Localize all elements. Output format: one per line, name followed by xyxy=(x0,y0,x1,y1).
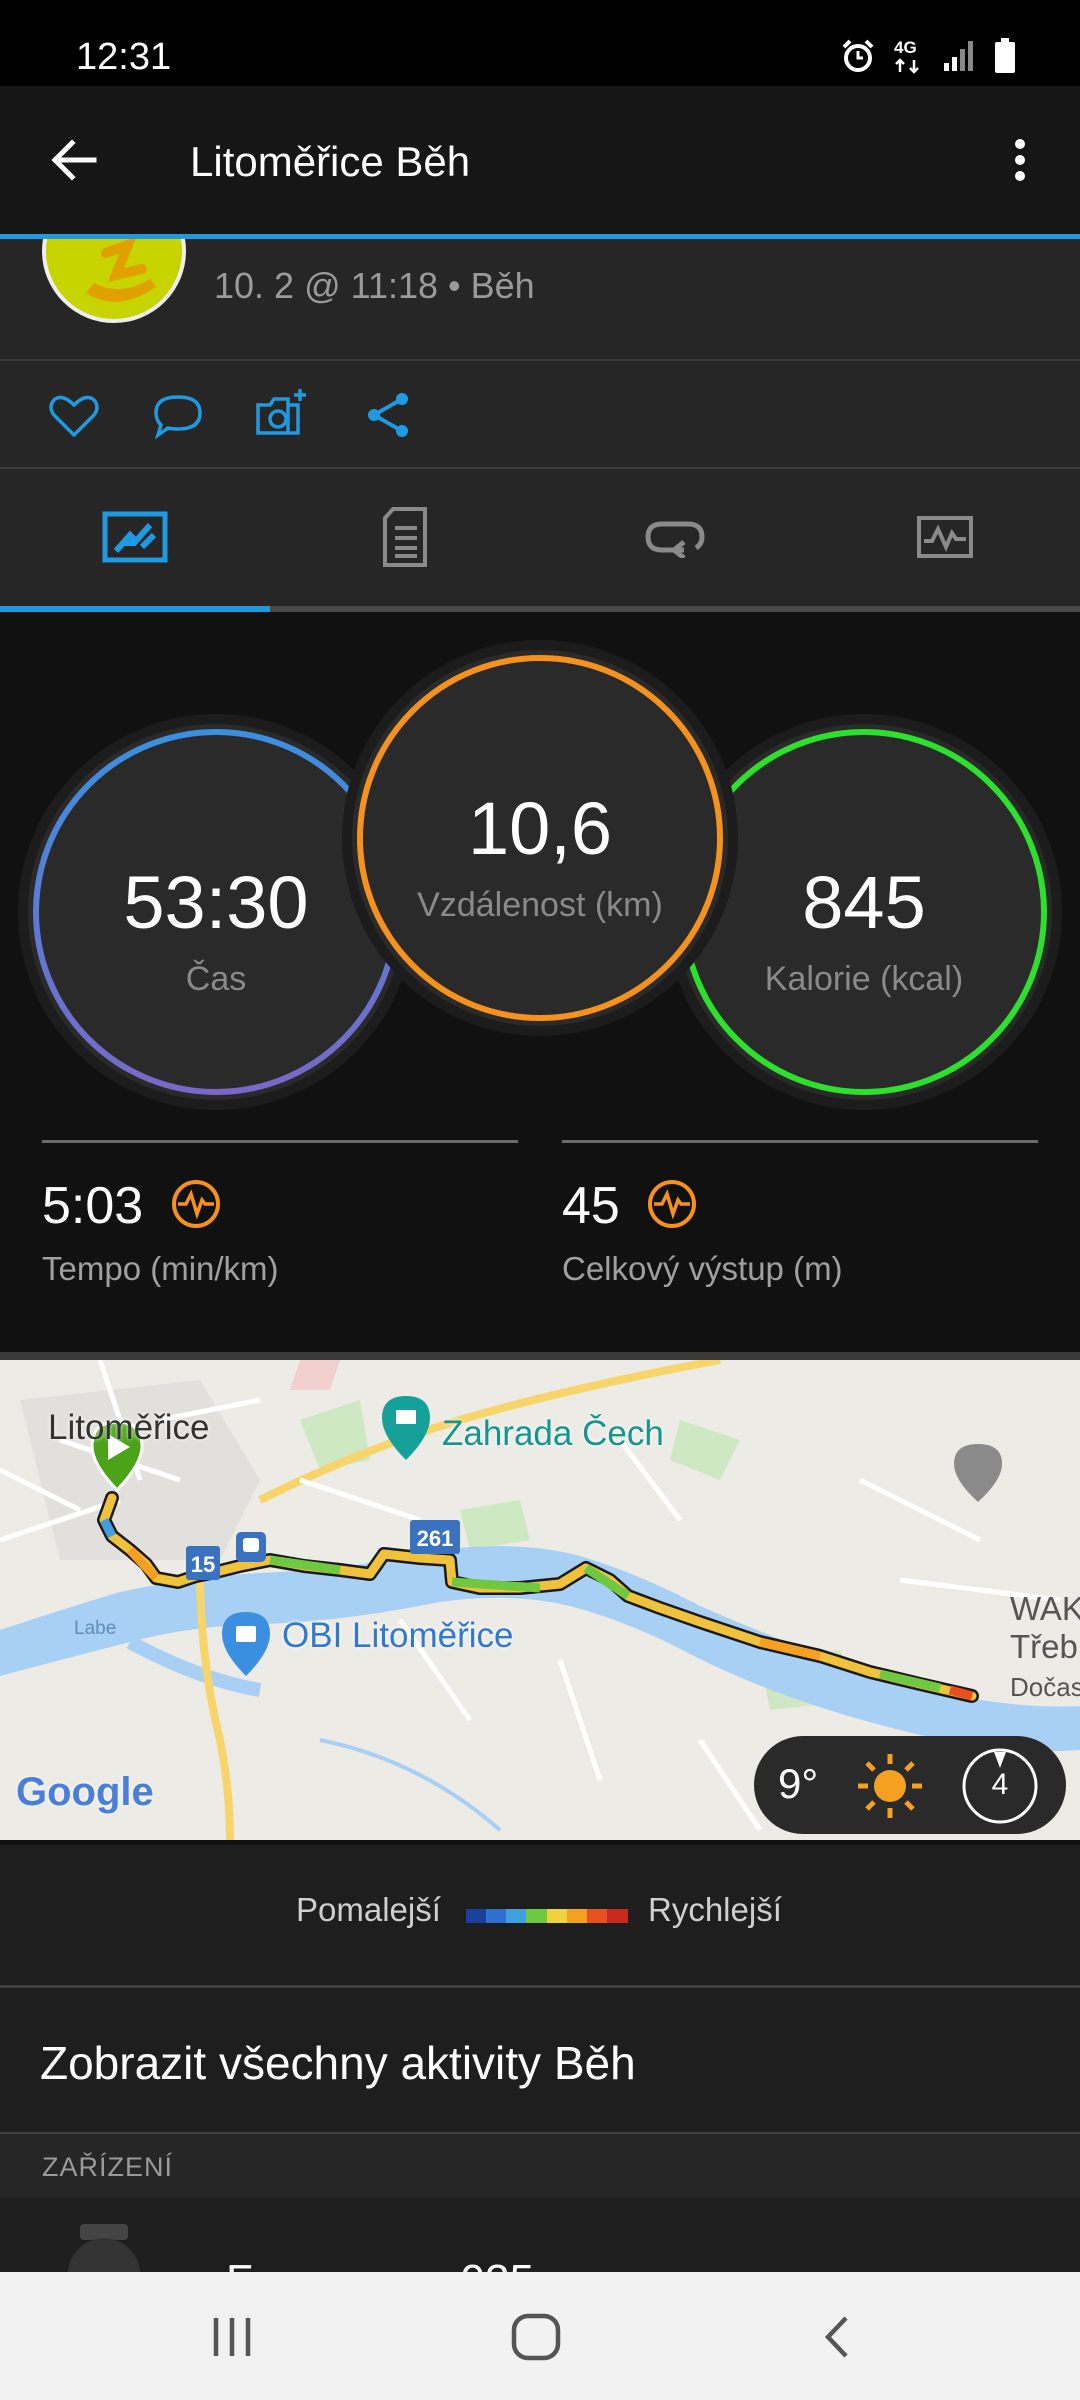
tab-bar xyxy=(0,469,1080,609)
page-title: Litoměřice Běh xyxy=(190,138,471,185)
device-row[interactable]: F 935 xyxy=(0,2198,1080,2272)
distance-ring: 10,6 Vzdálenost (km) xyxy=(352,650,728,1026)
add-photo-icon[interactable] xyxy=(252,385,312,445)
status-icons: 4G xyxy=(840,38,1016,74)
overview-icon xyxy=(102,511,168,563)
legend-color-bar xyxy=(466,1909,628,1923)
more-vert-icon[interactable] xyxy=(990,130,1050,190)
pace-legend: Pomalejší Rychlejší xyxy=(0,1845,1080,1985)
time-value: 53:30 xyxy=(123,861,309,944)
device-section-title: ZAŘÍZENÍ xyxy=(42,2152,174,2182)
system-nav-bar xyxy=(0,2272,1080,2400)
tab-details[interactable] xyxy=(270,469,540,605)
running-logo-icon xyxy=(86,239,156,302)
map-road-261: 261 xyxy=(416,1526,454,1551)
ascent-value: 45 xyxy=(562,1177,620,1235)
legend-faster: Rychlejší xyxy=(648,1891,782,1928)
pace-divider xyxy=(42,1140,518,1143)
charts-icon xyxy=(917,516,973,558)
like-icon[interactable] xyxy=(44,385,104,445)
map-label-garden: Zahrada Čech xyxy=(442,1414,664,1453)
map-label-poi-1: WAK xyxy=(1010,1590,1080,1627)
distance-label: Vzdálenost (km) xyxy=(417,886,663,924)
comment-icon[interactable] xyxy=(148,385,208,445)
status-time: 12:31 xyxy=(76,36,172,78)
pace-info-icon[interactable] xyxy=(170,1178,222,1230)
action-row xyxy=(0,361,1080,467)
map-road-15: 15 xyxy=(190,1552,216,1577)
network-4g-label: 4G xyxy=(894,38,917,57)
alarm-icon xyxy=(842,39,874,72)
all-activities-link[interactable]: Zobrazit všechny aktivity Běh xyxy=(0,1988,1080,2132)
all-activities-label: Zobrazit všechny aktivity Běh xyxy=(40,2037,636,2089)
route-map[interactable]: Litoměřice Zahrada Čech OBI Litoměřice L… xyxy=(0,1360,1080,1840)
map-label-river: Labe xyxy=(74,1618,117,1639)
sun-icon xyxy=(858,1754,922,1818)
weather-temp: 9° xyxy=(778,1760,819,1807)
network-4g-icon: 4G xyxy=(894,38,924,74)
weather-wind-value: 4 xyxy=(991,1768,1009,1801)
map-label-poi-3: Dočas xyxy=(1010,1672,1080,1702)
map-label-store: OBI Litoměřice xyxy=(282,1616,514,1655)
google-logo-text: Google xyxy=(16,1770,154,1814)
google-logo: Google xyxy=(16,1770,154,1815)
tab-charts[interactable] xyxy=(810,469,1080,605)
tab-overview[interactable] xyxy=(0,469,270,605)
activity-date-type: 10. 2 @ 11:18 • Běh xyxy=(214,265,535,306)
legend-slower: Pomalejší xyxy=(296,1891,441,1928)
back-arrow-icon[interactable] xyxy=(44,130,104,190)
time-ring: 53:30 Čas xyxy=(28,724,404,1100)
calories-ring: 845 Kalorie (kcal) xyxy=(676,724,1052,1100)
pace-value: 5:03 xyxy=(42,1177,144,1235)
calories-label: Kalorie (kcal) xyxy=(764,960,964,998)
tab-laps[interactable] xyxy=(540,469,810,605)
weather-widget[interactable]: 9° 4 xyxy=(754,1736,1066,1834)
map-border xyxy=(0,1352,1080,1360)
device-name: F 935 xyxy=(226,2256,534,2272)
map-label-poi-2: Třeb xyxy=(1010,1628,1078,1665)
watch-icon xyxy=(68,2224,140,2272)
status-bar: 12:31 4G xyxy=(0,0,1080,86)
laps-icon xyxy=(645,521,705,558)
back-nav-icon[interactable] xyxy=(814,2312,864,2362)
home-icon[interactable] xyxy=(508,2310,564,2364)
summary-stats: 53:30 Čas 845 Kalorie (kcal) 10,6 Vzdále… xyxy=(0,612,1080,1352)
ascent-info-icon[interactable] xyxy=(646,1178,698,1230)
ascent-divider xyxy=(562,1140,1038,1143)
app-bar: Litoměřice Běh xyxy=(0,86,1080,234)
device-section-header: ZAŘÍZENÍ xyxy=(0,2134,1080,2198)
calories-value: 845 xyxy=(802,861,926,944)
distance-value: 10,6 xyxy=(467,787,613,870)
ascent-label: Celkový výstup (m) xyxy=(562,1250,843,1287)
recent-apps-icon[interactable] xyxy=(204,2312,260,2362)
avatar[interactable] xyxy=(42,239,186,323)
time-label: Čas xyxy=(185,960,247,998)
pace-label: Tempo (min/km) xyxy=(42,1250,279,1287)
signal-icon xyxy=(944,41,973,71)
map-label-city: Litoměřice xyxy=(48,1408,210,1447)
activity-header: 10. 2 @ 11:18 • Běh xyxy=(0,239,1080,359)
details-icon xyxy=(383,507,427,567)
share-icon[interactable] xyxy=(358,385,418,445)
battery-icon xyxy=(995,38,1015,73)
